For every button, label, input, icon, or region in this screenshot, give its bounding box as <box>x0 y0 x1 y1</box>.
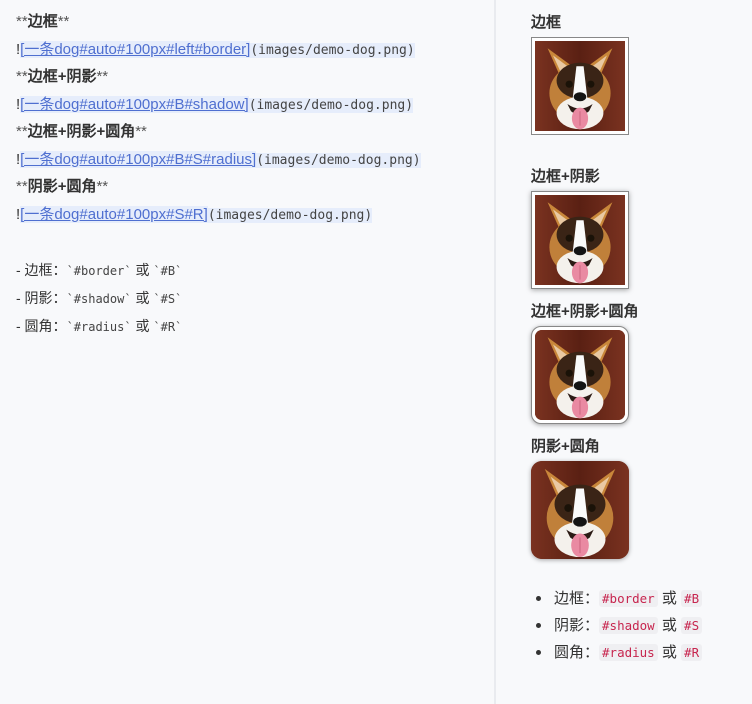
editor-line-5: **边框+阴影+圆角** <box>16 122 147 142</box>
editor-line-7: **阴影+圆角** <box>16 177 108 197</box>
list-or: 或 <box>131 318 154 334</box>
list-item: 边框： #border 或 #B <box>536 588 703 615</box>
inline-code: `#S` <box>153 292 183 306</box>
preview-heading-border: 边框 <box>531 14 562 31</box>
bold-text: 边框 <box>27 13 58 30</box>
editor-line-4: ![一条dog#auto#100px#B#shadow](images/demo… <box>16 95 414 116</box>
list-label: 阴影： <box>554 617 600 634</box>
list-item: 阴影： #shadow 或 #S <box>536 615 703 642</box>
editor-line-3: **边框+阴影** <box>16 67 108 87</box>
image-link-text[interactable]: [一条dog#auto#100px#B#S#radius] <box>20 151 257 168</box>
editor-list-item: - 圆角：`#radius` 或 `#R` <box>16 316 182 337</box>
preview-heading-border-shadow-radius: 边框+阴影+圆角 <box>531 303 639 320</box>
editor-line-6: ![一条dog#auto#100px#B#S#radius](images/de… <box>16 150 421 171</box>
image-link-text[interactable]: [一条dog#auto#100px#B#shadow] <box>20 96 249 113</box>
inline-code: `#border` <box>66 264 132 278</box>
bold-marker: ** <box>96 178 109 195</box>
bold-marker: ** <box>16 123 28 140</box>
dog-photo-icon <box>531 461 629 559</box>
dog-image-border-shadow <box>531 191 629 289</box>
bold-text: 边框+阴影 <box>27 68 97 85</box>
bold-marker: ** <box>16 68 28 85</box>
image-link-text[interactable]: [一条dog#auto#100px#S#R] <box>20 206 208 223</box>
editor-list-item: - 阴影：`#shadow` 或 `#S` <box>16 288 182 309</box>
inline-code: #radius <box>599 644 658 661</box>
bullet-icon <box>536 650 541 655</box>
image-url: (images/demo-dog.png) <box>248 98 414 113</box>
list-or: 或 <box>657 644 682 661</box>
bullet-icon <box>536 623 541 628</box>
list-item: 圆角： #radius 或 #R <box>536 642 703 669</box>
dog-photo-icon <box>535 41 625 131</box>
editor-list-item: - 边框：`#border` 或 `#B` <box>16 260 182 281</box>
dog-image-shadow-radius <box>531 461 629 559</box>
inline-code: #S <box>681 617 703 634</box>
markdown-editor[interactable]: **边框** ![一条dog#auto#100px#left#border](i… <box>0 0 494 704</box>
inline-code: `#B` <box>153 264 183 278</box>
preview-heading-shadow-radius: 阴影+圆角 <box>531 438 600 455</box>
list-label: - 阴影： <box>16 290 67 306</box>
bullet-icon <box>536 596 541 601</box>
list-or: 或 <box>131 290 154 306</box>
list-label: - 边框： <box>16 262 67 278</box>
preview-list: 边框： #border 或 #B 阴影： #shadow 或 #S 圆角： #radi… <box>536 588 703 669</box>
dog-image-border-shadow-radius <box>531 326 629 424</box>
dog-image-border <box>531 37 629 135</box>
list-label: 圆角： <box>554 644 600 661</box>
list-label: 边框： <box>554 590 600 607</box>
inline-code: #B <box>681 590 703 607</box>
inline-code: `#shadow` <box>66 292 132 306</box>
inline-code: #border <box>599 590 658 607</box>
bold-marker: ** <box>96 68 109 85</box>
inline-code: #shadow <box>599 617 658 634</box>
bold-marker: ** <box>16 178 28 195</box>
image-link-text[interactable]: [一条dog#auto#100px#left#border] <box>20 41 251 58</box>
list-or: 或 <box>131 262 154 278</box>
inline-code: `#R` <box>153 320 183 334</box>
image-url: (images/demo-dog.png) <box>256 153 421 168</box>
list-or: 或 <box>657 590 682 607</box>
list-label: - 圆角： <box>16 318 67 334</box>
dog-photo-icon <box>535 330 625 420</box>
bold-text: 边框+阴影+圆角 <box>27 123 136 140</box>
inline-code: `#radius` <box>66 320 132 334</box>
bold-marker: ** <box>135 123 147 140</box>
inline-code: #R <box>681 644 703 661</box>
bold-marker: ** <box>16 13 28 30</box>
preview-heading-border-shadow: 边框+阴影 <box>531 168 600 185</box>
bold-marker: ** <box>57 13 70 30</box>
image-url: (images/demo-dog.png) <box>250 43 415 58</box>
bold-text: 阴影+圆角 <box>27 178 97 195</box>
image-url: (images/demo-dog.png) <box>207 208 373 223</box>
editor-line-1: **边框** <box>16 12 69 32</box>
dog-photo-icon <box>535 195 625 285</box>
editor-line-2: ![一条dog#auto#100px#left#border](images/d… <box>16 40 415 61</box>
editor-line-8: ![一条dog#auto#100px#S#R](images/demo-dog.… <box>16 205 373 226</box>
markdown-preview: 边框 边框+阴影 边框+阴影+圆角 阴影+圆角 边框： #border 或 #B … <box>496 0 752 704</box>
list-or: 或 <box>657 617 682 634</box>
